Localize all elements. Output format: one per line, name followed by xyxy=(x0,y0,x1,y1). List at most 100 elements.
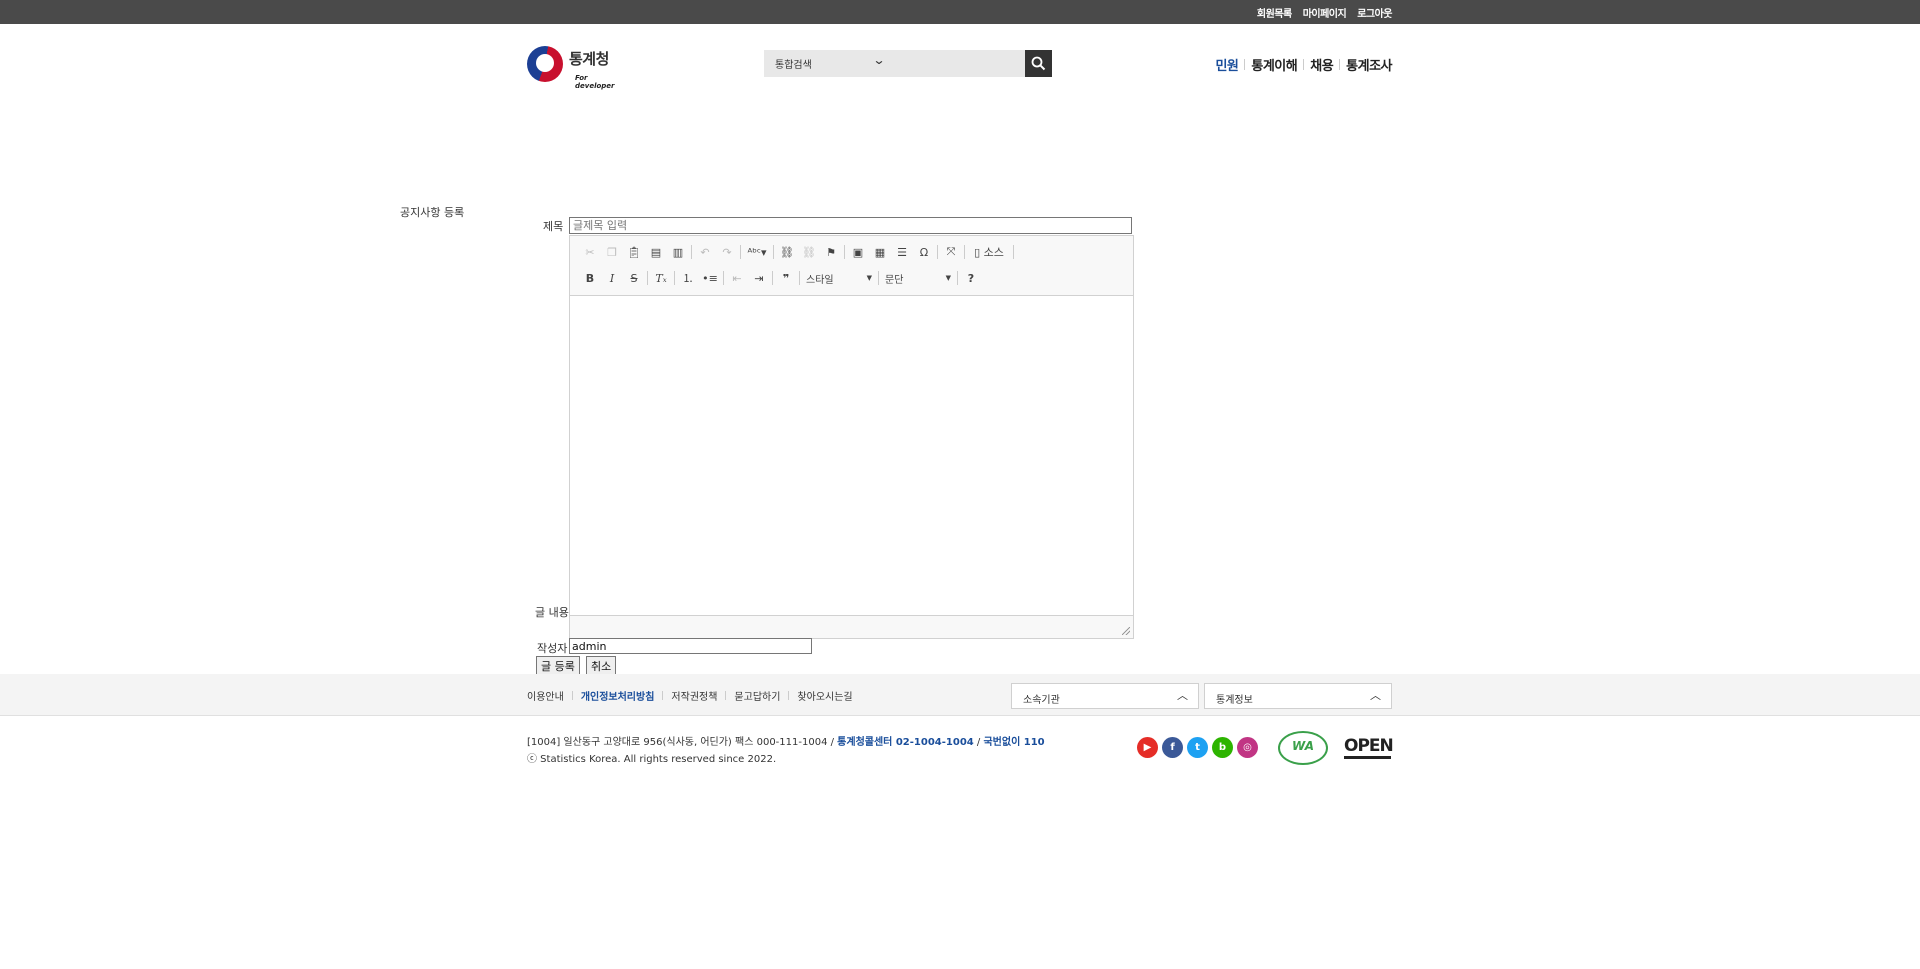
footer-divider xyxy=(662,691,664,700)
blog-icon[interactable]: b xyxy=(1212,737,1233,758)
site-logo[interactable]: 통계청 For developer xyxy=(527,46,623,90)
affiliated-org-value: 소속기관 xyxy=(1023,695,1060,706)
special-char-icon[interactable]: Ω xyxy=(913,242,935,262)
stat-info-value: 통계정보 xyxy=(1216,695,1253,706)
open-badge-bar xyxy=(1344,756,1391,759)
toolbar-separator xyxy=(799,271,800,285)
paste-word-icon[interactable]: ▥ xyxy=(667,242,689,262)
toolbar-separator xyxy=(723,271,724,285)
horizontal-rule-icon[interactable]: ☰ xyxy=(891,242,913,262)
address-text: [1004] 일산동구 고양대로 956(식사동, 어딘가) 팩스 000-11… xyxy=(527,737,834,748)
footer-address: [1004] 일산동구 고양대로 956(식사동, 어딘가) 팩스 000-11… xyxy=(527,733,1045,748)
nav-divider xyxy=(1339,59,1341,70)
toolbar-separator xyxy=(844,245,845,259)
search-scope-select[interactable]: 통합검색 ⌄ xyxy=(764,50,1025,77)
fraud-report-number: 국번없이 110 xyxy=(983,737,1045,748)
wa-badge-text: WA xyxy=(1291,739,1315,753)
footer-link-guide[interactable]: 이용안내 xyxy=(527,688,564,703)
footer-link-privacy[interactable]: 개인정보처리방침 xyxy=(581,688,655,703)
undo-icon[interactable]: ↶ xyxy=(694,242,716,262)
logout-link[interactable]: 로그아웃 xyxy=(1357,5,1392,20)
link-icon[interactable]: ⛓ xyxy=(776,242,798,262)
logo-title: 통계청 xyxy=(569,50,609,68)
call-center: 통계청콜센터 02-1004-1004 xyxy=(837,737,974,748)
format-combo[interactable]: 문단 ▼ xyxy=(881,268,955,288)
toolbar-row-1: ✂ ❐ 📋︎ ▤ ▥ ↶ ↷ ᴬᵇᶜ▾ ⛓ ⛓ ⚑ ▣ ▦ ☰ Ω ⤧ ▯ 소스 xyxy=(579,242,1016,262)
blockquote-icon[interactable]: ❞ xyxy=(775,268,797,288)
search-button[interactable] xyxy=(1025,50,1052,77)
bulleted-list-icon[interactable]: •≡ xyxy=(699,268,721,288)
redo-icon[interactable]: ↷ xyxy=(716,242,738,262)
unlink-icon[interactable]: ⛓ xyxy=(798,242,820,262)
copyright: ⓒ Statistics Korea. All rights reserved … xyxy=(527,754,777,765)
stat-info-select[interactable]: 통계정보 ︿ xyxy=(1204,683,1392,709)
footer-divider xyxy=(725,691,727,700)
remove-format-icon[interactable]: Tₓ xyxy=(650,268,672,288)
mypage-link[interactable]: 마이페이지 xyxy=(1303,5,1347,20)
paste-text-icon[interactable]: ▤ xyxy=(645,242,667,262)
open-badge: OPEN xyxy=(1344,736,1394,759)
image-icon[interactable]: ▣ xyxy=(847,242,869,262)
toolbar-separator xyxy=(937,245,938,259)
footer-navigation: 이용안내 개인정보처리방침 저작권정책 묻고답하기 찾아오시는길 소속기관 ︿ … xyxy=(0,674,1920,716)
table-icon[interactable]: ▦ xyxy=(869,242,891,262)
nav-divider xyxy=(1303,59,1305,70)
numbered-list-icon[interactable]: ⒈ xyxy=(677,268,699,288)
italic-icon[interactable]: I xyxy=(601,268,623,288)
source-icon: ▯ xyxy=(974,245,984,259)
gnb-item-survey[interactable]: 통계조사 xyxy=(1346,55,1392,74)
cancel-button[interactable]: 취소 xyxy=(586,656,617,675)
top-utility-bar: 회원목록 마이페이지 로그아웃 xyxy=(0,0,1920,24)
style-combo[interactable]: 스타일 ▼ xyxy=(802,268,876,288)
member-list-link[interactable]: 회원목록 xyxy=(1257,5,1292,20)
logo-subtitle: For developer xyxy=(575,74,615,90)
maximize-icon[interactable]: ⤧ xyxy=(940,242,962,262)
gnb-item-recruit[interactable]: 채용 xyxy=(1310,55,1333,74)
youtube-icon[interactable]: ▶ xyxy=(1137,737,1158,758)
submit-button[interactable]: 글 등록 xyxy=(536,656,580,675)
indent-icon[interactable]: ⇥ xyxy=(748,268,770,288)
anchor-flag-icon[interactable]: ⚑ xyxy=(820,242,842,262)
page-title: 공지사항 등록 xyxy=(400,206,465,219)
utility-links: 회원목록 마이페이지 로그아웃 xyxy=(1257,0,1393,24)
author-input[interactable] xyxy=(569,638,812,654)
chevron-up-icon: ︿ xyxy=(1370,689,1381,702)
footer-link-directions[interactable]: 찾아오시는길 xyxy=(797,688,852,703)
resize-handle-icon[interactable] xyxy=(1122,627,1130,635)
strikethrough-icon[interactable]: S xyxy=(623,268,645,288)
instagram-icon[interactable]: ◎ xyxy=(1237,737,1258,758)
title-input[interactable] xyxy=(569,217,1132,234)
affiliated-org-select[interactable]: 소속기관 ︿ xyxy=(1011,683,1199,709)
toolbar-separator xyxy=(691,245,692,259)
footer-links: 이용안내 개인정보처리방침 저작권정책 묻고답하기 찾아오시는길 xyxy=(527,688,853,703)
editor-content-area[interactable] xyxy=(570,296,1133,616)
footer-link-qna[interactable]: 묻고답하기 xyxy=(734,688,780,703)
copy-icon[interactable]: ❐ xyxy=(601,242,623,262)
paste-icon[interactable]: 📋︎ xyxy=(623,242,645,262)
cut-icon[interactable]: ✂ xyxy=(579,242,601,262)
gnb-item-civil[interactable]: 민원 xyxy=(1215,55,1238,74)
source-label: 소스 xyxy=(983,246,1004,259)
sns-links: ▶ f t b ◎ xyxy=(1137,737,1258,758)
footer-divider xyxy=(788,691,790,700)
facebook-icon[interactable]: f xyxy=(1162,737,1183,758)
toolbar-separator xyxy=(964,245,965,259)
help-icon[interactable]: ? xyxy=(960,268,982,288)
nav-divider xyxy=(1244,59,1246,70)
gnb-item-understanding[interactable]: 통계이해 xyxy=(1251,55,1297,74)
spellcheck-icon[interactable]: ᴬᵇᶜ▾ xyxy=(743,242,771,262)
outdent-icon[interactable]: ⇤ xyxy=(726,268,748,288)
open-badge-text: OPEN xyxy=(1344,736,1394,756)
main-navigation: 민원 통계이해 채용 통계조사 xyxy=(1215,55,1392,74)
toolbar-separator xyxy=(740,245,741,259)
dropdown-arrow-icon: ▼ xyxy=(866,274,872,282)
bold-icon[interactable]: B xyxy=(579,268,601,288)
twitter-icon[interactable]: t xyxy=(1187,737,1208,758)
toolbar-separator xyxy=(957,271,958,285)
footer-link-copyright[interactable]: 저작권정책 xyxy=(671,688,717,703)
footer-divider xyxy=(571,691,573,700)
search-bar: 통합검색 ⌄ xyxy=(764,50,1052,77)
source-button[interactable]: ▯ 소스 xyxy=(967,242,1011,262)
author-label: 작성자 xyxy=(537,642,568,655)
toolbar-separator xyxy=(773,245,774,259)
